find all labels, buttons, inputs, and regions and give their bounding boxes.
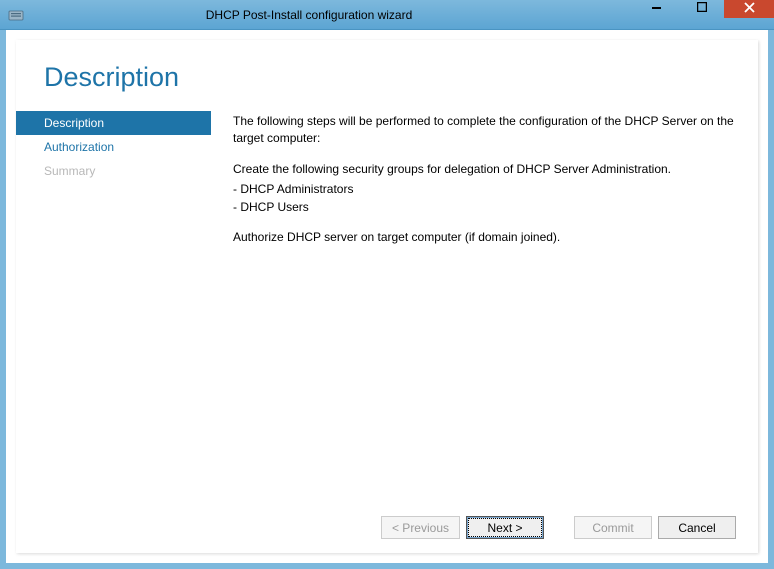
groups-intro-text: Create the following security groups for… bbox=[233, 161, 736, 178]
group-list: - DHCP Administrators - DHCP Users bbox=[233, 181, 736, 216]
group-item: - DHCP Administrators bbox=[233, 181, 736, 198]
content-wrapper: Description Description Authorization Su… bbox=[0, 30, 774, 569]
sidebar-item-label: Authorization bbox=[44, 140, 114, 154]
maximize-button[interactable] bbox=[679, 0, 724, 18]
footer-buttons: < Previous Next > Commit Cancel bbox=[16, 504, 758, 553]
wizard-window: DHCP Post-Install configuration wizard D… bbox=[0, 0, 774, 569]
page-title: Description bbox=[44, 62, 758, 93]
cancel-button[interactable]: Cancel bbox=[658, 516, 736, 539]
intro-text: The following steps will be performed to… bbox=[233, 113, 736, 148]
minimize-button[interactable] bbox=[634, 0, 679, 18]
sidebar-item-authorization[interactable]: Authorization bbox=[16, 135, 211, 159]
authorize-text: Authorize DHCP server on target computer… bbox=[233, 229, 736, 246]
sidebar-item-label: Description bbox=[44, 116, 104, 130]
title-bar: DHCP Post-Install configuration wizard bbox=[0, 0, 774, 30]
body-section: Description Authorization Summary The fo… bbox=[16, 111, 758, 504]
inner-content: Description Description Authorization Su… bbox=[16, 40, 758, 553]
next-button[interactable]: Next > bbox=[466, 516, 544, 539]
sidebar-item-summary: Summary bbox=[16, 159, 211, 183]
button-spacer bbox=[550, 516, 568, 539]
header-section: Description bbox=[16, 40, 758, 111]
window-controls bbox=[634, 0, 774, 29]
sidebar-item-label: Summary bbox=[44, 164, 95, 178]
close-button[interactable] bbox=[724, 0, 774, 18]
main-panel: The following steps will be performed to… bbox=[211, 111, 758, 504]
previous-button: < Previous bbox=[381, 516, 460, 539]
commit-button: Commit bbox=[574, 516, 652, 539]
window-title: DHCP Post-Install configuration wizard bbox=[0, 8, 634, 22]
sidebar-item-description[interactable]: Description bbox=[16, 111, 211, 135]
group-item: - DHCP Users bbox=[233, 199, 736, 216]
sidebar: Description Authorization Summary bbox=[16, 111, 211, 504]
